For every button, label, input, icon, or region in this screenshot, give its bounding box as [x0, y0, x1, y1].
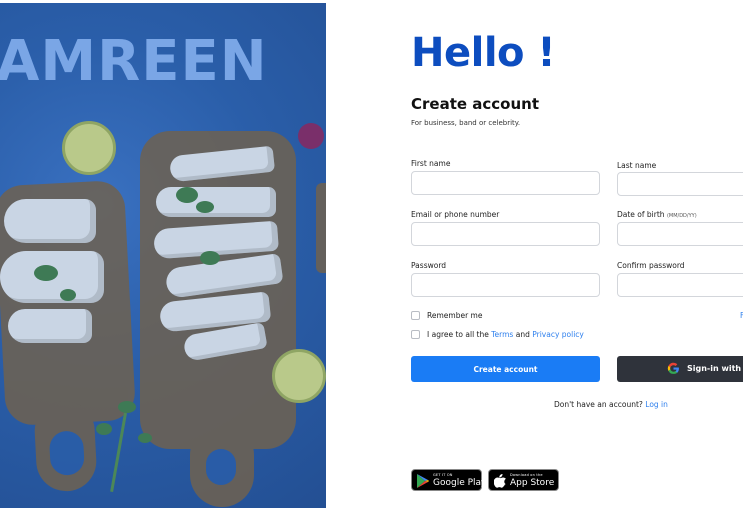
cutting-board-edge — [316, 183, 326, 273]
radish — [298, 123, 324, 149]
privacy-policy-link[interactable]: Privacy policy — [532, 330, 584, 339]
google-play-icon — [417, 474, 429, 488]
first-name-field[interactable] — [411, 171, 600, 195]
app-store-big-text: App Store — [510, 478, 555, 488]
email-label: Email or phone number — [411, 210, 500, 219]
agree-terms-checkbox[interactable] — [411, 330, 420, 339]
greeting-heading: Hello ! — [411, 30, 556, 76]
herb-leaf — [60, 289, 76, 301]
password-field[interactable] — [411, 273, 600, 297]
herb-leaf — [96, 423, 112, 435]
remember-me-label: Remember me — [427, 311, 483, 320]
login-link[interactable]: Log in — [645, 400, 668, 409]
no-account-text: Don't have an account? Log in — [554, 400, 668, 409]
google-signin-button[interactable]: Sign-in with goo — [617, 356, 743, 382]
herb-leaf — [138, 433, 152, 443]
chicken-breast — [8, 309, 92, 343]
form-subtitle: For business, band or celebrity. — [411, 119, 521, 127]
confirm-password-label: Confirm password — [617, 261, 685, 270]
email-field[interactable] — [411, 222, 600, 246]
apple-icon — [494, 474, 506, 488]
remember-me-checkbox[interactable] — [411, 311, 420, 320]
lemon-slice — [272, 349, 326, 403]
dob-hint: (MM/DD/YY) — [666, 213, 697, 219]
lemon-slice — [62, 121, 116, 175]
agree-terms-label: I agree to all the Terms and Privacy pol… — [427, 330, 584, 339]
dob-label: Date of birth (MM/DD/YY) — [617, 210, 697, 219]
first-name-label: First name — [411, 159, 451, 168]
hero-image: AMREEN — [0, 3, 326, 508]
herb-leaf — [176, 187, 198, 203]
form-title: Create account — [411, 95, 540, 113]
herb-leaf — [200, 251, 220, 265]
google-play-big-text: Google Play — [433, 478, 487, 488]
app-store-badge[interactable]: Download on the App Store — [488, 469, 559, 491]
google-play-badge[interactable]: GET IT ON Google Play — [411, 469, 486, 491]
terms-link[interactable]: Terms — [491, 330, 513, 339]
create-account-button[interactable]: Create account — [411, 356, 600, 382]
google-icon — [667, 362, 679, 374]
confirm-password-field[interactable] — [617, 273, 743, 297]
chicken-breast — [4, 199, 96, 243]
password-label: Password — [411, 261, 447, 270]
app-store-small-text: Download on the — [510, 473, 543, 477]
herb-leaf — [34, 265, 58, 281]
google-signin-label: Sign-in with goo — [687, 364, 743, 373]
google-play-small-text: GET IT ON — [433, 473, 453, 477]
drumstick — [156, 187, 276, 217]
signup-form: Hello ! Create account For business, ban… — [411, 0, 743, 512]
last-name-field[interactable] — [617, 172, 743, 196]
herb-stem — [110, 412, 127, 493]
herb-leaf — [118, 401, 136, 413]
herb-leaf — [196, 201, 214, 213]
last-name-label: Last name — [617, 161, 657, 170]
brand-logo: AMREEN — [0, 29, 268, 94]
dob-field[interactable] — [617, 222, 743, 246]
